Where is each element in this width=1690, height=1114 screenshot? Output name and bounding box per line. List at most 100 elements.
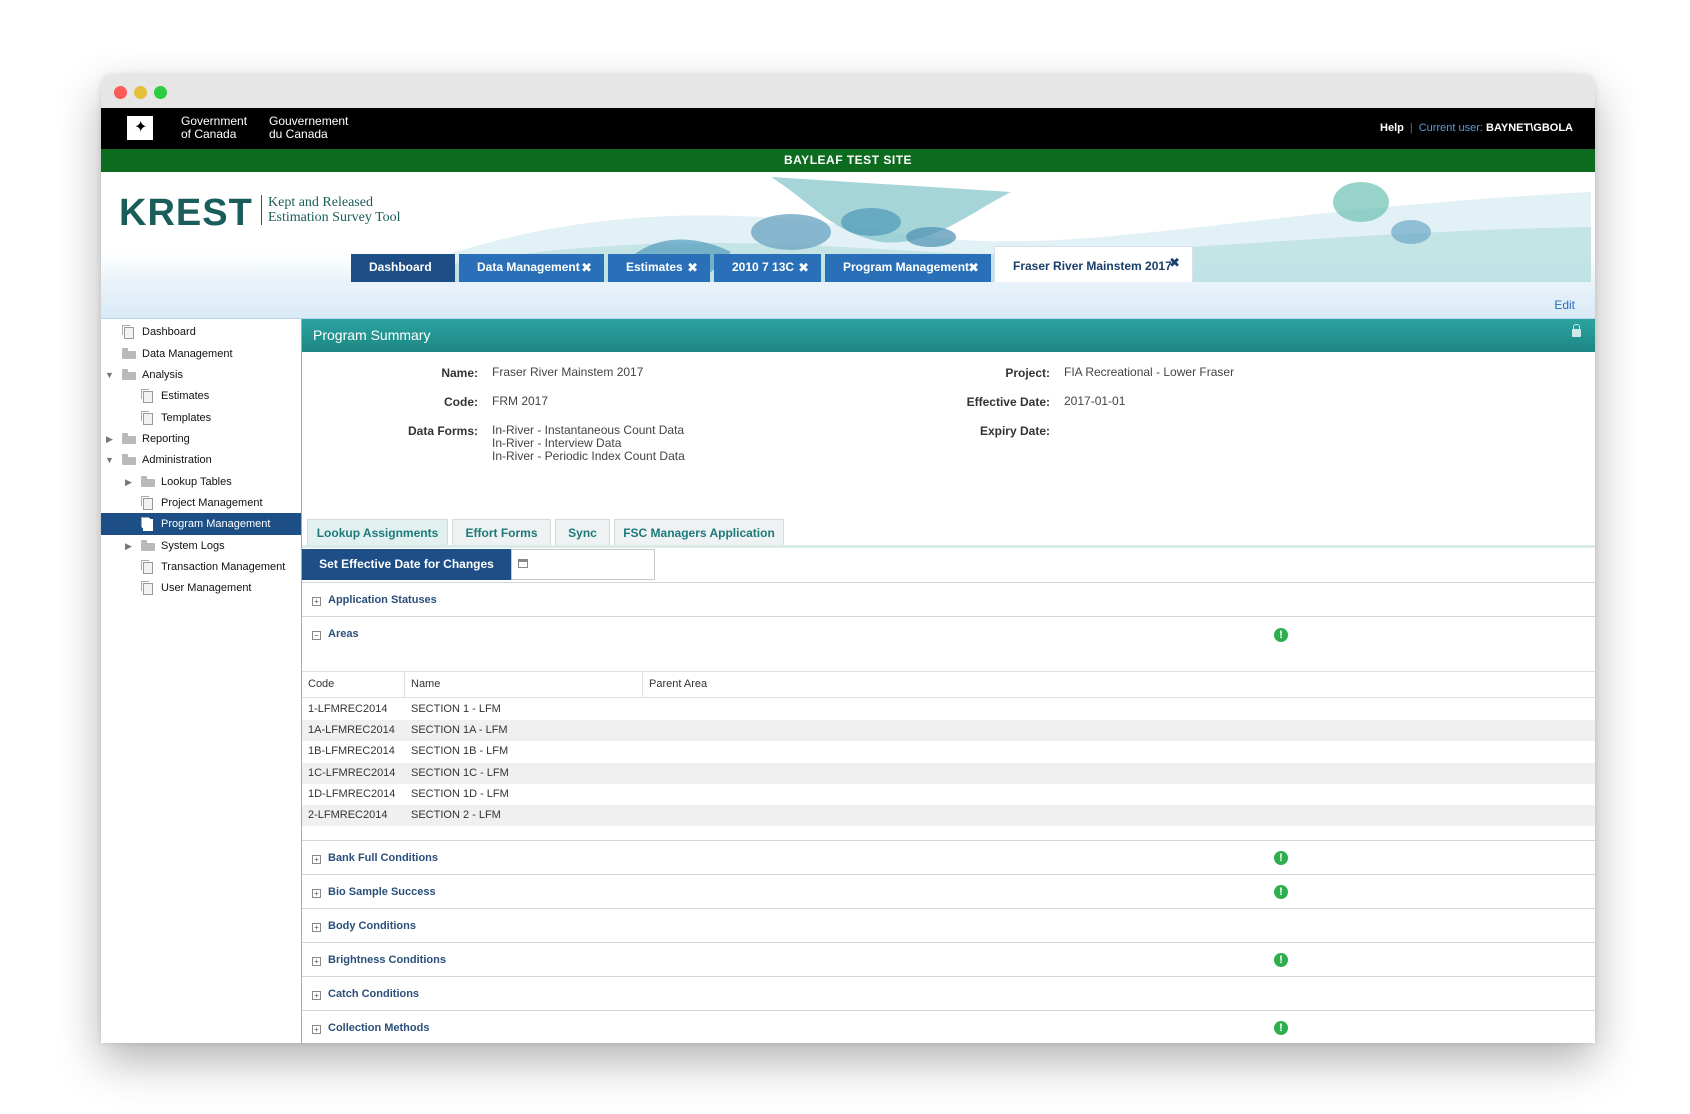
sidebar-item-transaction-management[interactable]: Transaction Management <box>101 556 301 578</box>
effective-date-input[interactable] <box>511 549 655 580</box>
sidebar-item-data-management[interactable]: Data Management <box>101 343 301 365</box>
folder-icon <box>141 540 155 551</box>
section-bio-sample-success[interactable]: + Bio Sample Success ! <box>302 874 1595 909</box>
section-catch-conditions[interactable]: + Catch Conditions <box>302 976 1595 1011</box>
expand-icon[interactable]: + <box>312 597 321 606</box>
krest-logo: KREST <box>119 192 253 234</box>
close-icon[interactable]: ✖ <box>687 254 698 281</box>
name-value: Fraser River Mainstem 2017 <box>492 365 644 379</box>
sidebar-item-label: Analysis <box>142 369 183 381</box>
help-link[interactable]: Help <box>1380 122 1404 134</box>
sidebar-item-label: Data Management <box>142 348 233 360</box>
section-title[interactable]: + Collection Methods <box>312 1022 429 1034</box>
sidebar-item-program-management[interactable]: Program Management <box>101 513 301 535</box>
expand-icon[interactable]: + <box>312 957 321 966</box>
expand-right-icon[interactable]: ▶ <box>125 471 132 493</box>
sidebar-item-system-logs[interactable]: ▶ System Logs <box>101 535 301 557</box>
sidebar-item-label: Dashboard <box>142 326 196 338</box>
section-bank-full-conditions[interactable]: + Bank Full Conditions ! <box>302 840 1595 875</box>
section-title[interactable]: + Bio Sample Success <box>312 886 436 898</box>
sidebar-item-templates[interactable]: Templates <box>101 407 301 429</box>
section-body-conditions[interactable]: + Body Conditions <box>302 908 1595 943</box>
cell-name: SECTION 1 - LFM <box>411 703 501 715</box>
cell-name: SECTION 1B - LFM <box>411 745 509 757</box>
table-row[interactable]: 2-LFMREC2014 SECTION 2 - LFM <box>302 805 1595 826</box>
set-effective-date-button[interactable]: Set Effective Date for Changes <box>302 549 511 580</box>
close-icon[interactable]: ✖ <box>581 254 592 281</box>
tab-fraser-river-mainstem[interactable]: Fraser River Mainstem 2017 ✖ <box>994 246 1193 282</box>
name-label: Name: <box>441 366 478 380</box>
table-row[interactable]: 1D-LFMREC2014 SECTION 1D - LFM <box>302 784 1595 805</box>
expand-down-icon[interactable]: ▼ <box>105 364 114 386</box>
tab-sync[interactable]: Sync <box>555 519 610 545</box>
section-application-statuses[interactable]: + Application Statuses <box>302 582 1595 617</box>
current-user-name: BAYNET\GBOLA <box>1486 122 1573 134</box>
table-row[interactable]: 1A-LFMREC2014 SECTION 1A - LFM <box>302 720 1595 741</box>
expand-right-icon[interactable]: ▶ <box>106 428 113 450</box>
tab-label: Estimates <box>626 260 683 274</box>
column-header-code[interactable]: Code <box>302 672 405 697</box>
tab-fsc-managers-application[interactable]: FSC Managers Application <box>614 519 784 545</box>
tab-data-management[interactable]: Data Management ✖ <box>459 254 604 282</box>
tab-estimates[interactable]: Estimates ✖ <box>608 254 710 282</box>
expand-icon[interactable]: + <box>312 923 321 932</box>
column-header-parent-area[interactable]: Parent Area <box>643 672 1595 697</box>
calendar-icon[interactable] <box>518 559 528 568</box>
expand-right-icon[interactable]: ▶ <box>125 535 132 557</box>
logo-subtitle-line2: Estimation Survey Tool <box>268 210 401 225</box>
section-title[interactable]: + Catch Conditions <box>312 988 419 1000</box>
minimize-window-button[interactable] <box>134 86 147 99</box>
sidebar-item-label: Administration <box>142 454 212 466</box>
section-brightness-conditions[interactable]: + Brightness Conditions ! <box>302 942 1595 977</box>
tab-program-management[interactable]: Program Management ✖ <box>825 254 991 282</box>
document-icon <box>143 583 153 595</box>
section-label: Brightness Conditions <box>328 954 446 966</box>
expand-icon[interactable]: + <box>312 889 321 898</box>
section-title[interactable]: − Areas <box>312 628 359 640</box>
section-title[interactable]: + Bank Full Conditions <box>312 852 438 864</box>
expand-icon[interactable]: + <box>312 991 321 1000</box>
expand-down-icon[interactable]: ▼ <box>105 449 114 471</box>
section-title[interactable]: + Application Statuses <box>312 594 437 606</box>
sidebar-item-analysis[interactable]: ▼ Analysis <box>101 364 301 386</box>
close-window-button[interactable] <box>114 86 127 99</box>
edit-bar: Edit <box>101 292 1595 318</box>
lock-icon[interactable] <box>1572 324 1581 337</box>
expand-icon[interactable]: + <box>312 1025 321 1034</box>
close-icon[interactable]: ✖ <box>968 254 979 281</box>
sidebar-item-user-management[interactable]: User Management <box>101 577 301 599</box>
folder-icon <box>122 348 136 359</box>
sidebar-item-estimates[interactable]: Estimates <box>101 385 301 407</box>
maximize-window-button[interactable] <box>154 86 167 99</box>
expand-icon[interactable]: + <box>312 855 321 864</box>
cell-name: SECTION 1C - LFM <box>411 767 509 779</box>
table-row[interactable]: 1C-LFMREC2014 SECTION 1C - LFM <box>302 763 1595 784</box>
cell-code: 1A-LFMREC2014 <box>308 724 395 736</box>
cell-code: 1B-LFMREC2014 <box>308 745 395 757</box>
tab-effort-forms[interactable]: Effort Forms <box>452 519 551 545</box>
user-info: Help | Current user: BAYNET\GBOLA <box>1380 122 1573 134</box>
tab-lookup-assignments[interactable]: Lookup Assignments <box>307 519 448 545</box>
close-icon[interactable]: ✖ <box>798 254 809 281</box>
collapse-icon[interactable]: − <box>312 631 321 640</box>
sidebar-item-lookup-tables[interactable]: ▶ Lookup Tables <box>101 471 301 493</box>
tab-2010-7-13c[interactable]: 2010 7 13C ✖ <box>714 254 821 282</box>
sidebar-item-reporting[interactable]: ▶ Reporting <box>101 428 301 450</box>
section-title[interactable]: + Body Conditions <box>312 920 416 932</box>
effective-date-label: Effective Date: <box>966 395 1050 409</box>
edit-link[interactable]: Edit <box>1554 298 1575 312</box>
areas-grid-header: Code Name Parent Area <box>302 671 1595 698</box>
table-row[interactable]: 1-LFMREC2014 SECTION 1 - LFM <box>302 699 1595 720</box>
section-areas[interactable]: − Areas ! <box>302 616 1595 672</box>
sidebar-item-administration[interactable]: ▼ Administration <box>101 449 301 471</box>
code-label: Code: <box>444 395 478 409</box>
tab-dashboard[interactable]: Dashboard <box>351 254 455 282</box>
section-title[interactable]: + Brightness Conditions <box>312 954 446 966</box>
table-row[interactable]: 1B-LFMREC2014 SECTION 1B - LFM <box>302 741 1595 762</box>
section-collection-methods[interactable]: + Collection Methods ! <box>302 1010 1595 1043</box>
close-icon[interactable]: ✖ <box>1169 244 1180 282</box>
sidebar-item-project-management[interactable]: Project Management <box>101 492 301 514</box>
sidebar-item-dashboard[interactable]: Dashboard <box>101 321 301 343</box>
column-header-name[interactable]: Name <box>405 672 643 697</box>
sidebar-item-label: System Logs <box>161 540 225 552</box>
